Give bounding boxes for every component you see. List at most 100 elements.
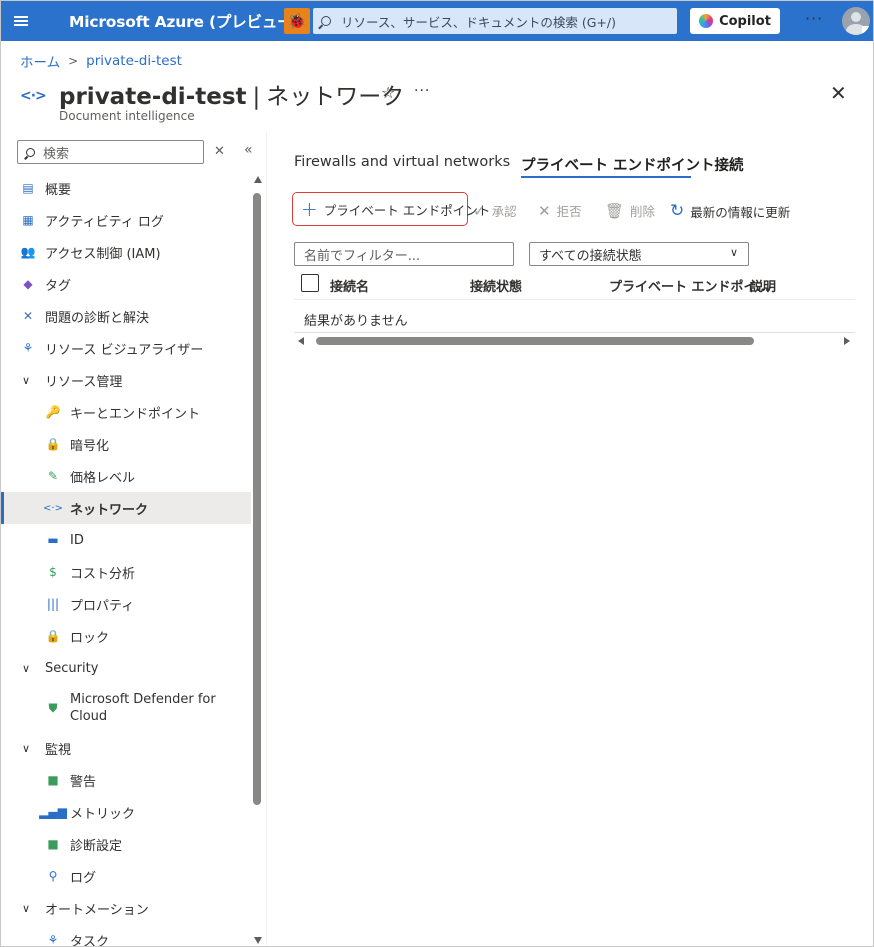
sidebar-item-pricing-tier[interactable]: ✎ 価格レベル [1,460,251,492]
plus-icon: + [301,197,318,221]
overview-icon: ▤ [22,181,34,195]
alert-icon: ■ [47,773,59,787]
sidebar-group-security[interactable]: ∨ Security [1,652,251,684]
more-icon[interactable]: ··· [805,9,823,28]
sidebar-group-automation[interactable]: ∨ オートメーション [1,892,251,924]
sidebar-item-label: メトリック [70,806,136,822]
copilot-icon [699,14,714,28]
sidebar-item-overview[interactable]: ▤ 概要 [1,172,251,204]
scroll-up-icon[interactable] [254,176,262,183]
select-all-checkbox[interactable] [301,274,319,292]
active-tab-indicator [521,176,691,178]
sidebar-item-label: アクティビティ ログ [45,214,164,230]
breadcrumb-home[interactable]: ホーム [20,51,60,71]
sidebar-group-monitoring[interactable]: ∨ 監視 [1,732,251,764]
sidebar-item-label: 問題の診断と解決 [45,310,150,326]
header-more-icon[interactable]: ··· [414,83,430,99]
column-private-endpoint[interactable]: プライベート エンドポイ… [609,276,770,295]
tab-private-endpoint-connections[interactable]: プライベート エンドポイント接続 [521,154,744,175]
sidebar-item-label: Microsoft Defender for Cloud [70,692,216,724]
sidebar-item-logs[interactable]: ⚲ ログ [1,860,251,892]
table-horizontal-scrollbar[interactable] [298,336,850,346]
chevron-down-icon: ∨ [22,901,31,915]
copilot-label: Copilot [719,13,771,29]
sidebar-item-tasks[interactable]: ⚘ タスク [1,924,251,947]
sidebar-item-defender[interactable]: ⛊ Microsoft Defender for Cloud [1,684,251,732]
connection-state-dropdown[interactable]: すべての接続状態 ∨ [529,242,749,266]
sidebar-item-tags[interactable]: ◆ タグ [1,268,251,300]
name-filter-placeholder: 名前でフィルター... [304,248,421,264]
sidebar-search-input[interactable]: 検索 [17,140,204,164]
scroll-left-icon[interactable] [298,337,304,345]
lock-resource-icon: 🔒 [45,629,61,643]
collapse-sidebar-icon[interactable]: « [244,142,253,158]
refresh-button[interactable]: ↻ 最新の情報に更新 [670,201,790,221]
scrollbar-thumb[interactable] [253,193,261,805]
scroll-down-icon[interactable] [254,937,262,944]
sidebar-item-diagnostic-settings[interactable]: ■ 診断設定 [1,828,251,860]
approve-label: 承認 [491,204,517,219]
tab-firewalls[interactable]: Firewalls and virtual networks [294,154,510,170]
reject-icon: ✕ [538,201,551,220]
visualizer-icon: ⚘ [22,341,34,355]
global-search-input[interactable]: リソース、サービス、ドキュメントの検索 (G+/) [313,8,677,34]
sidebar-item-identity[interactable]: ▬ ID [1,524,251,556]
menu-icon[interactable] [1,1,41,41]
sidebar-item-encryption[interactable]: 🔒 暗号化 [1,428,251,460]
sidebar-item-locks[interactable]: 🔒 ロック [1,620,251,652]
column-connection-name[interactable]: 接続名 [330,276,369,295]
sidebar-item-alerts[interactable]: ■ 警告 [1,764,251,796]
diagnostic-settings-icon: ■ [47,837,59,851]
sidebar-item-label: 警告 [70,774,97,790]
breadcrumb-resource[interactable]: private-di-test [86,53,182,69]
clear-icon[interactable]: ✕ [214,144,225,159]
sidebar-item-cost-analysis[interactable]: $ コスト分析 [1,556,251,588]
sidebar-item-networking[interactable]: <·> ネットワーク [1,492,251,524]
sidebar-item-diagnose[interactable]: ✕ 問題の診断と解決 [1,300,251,332]
sidebar-item-label: リソース ビジュアライザー [45,342,204,358]
column-connection-state[interactable]: 接続状態 [470,276,522,295]
lock-badge-icon [862,26,870,34]
avatar[interactable] [842,7,870,35]
trash-icon: 🗑 [605,201,625,220]
sidebar-item-activity-log[interactable]: ▦ アクティビティ ログ [1,204,251,236]
iam-icon: 👥 [20,245,36,259]
activity-log-icon: ▦ [22,213,34,227]
sidebar-group-label: 監視 [45,742,72,758]
scroll-right-icon[interactable] [844,337,850,345]
sidebar-item-label: ネットワーク [70,502,149,518]
tasks-icon: ⚘ [47,933,59,947]
approve-button[interactable]: ✓ 承認 [473,201,517,220]
refresh-icon: ↻ [670,201,685,221]
reject-button[interactable]: ✕ 拒否 [538,201,582,220]
sidebar-divider [266,131,267,946]
add-private-endpoint-label: プライベート エンドポイント [323,202,491,218]
favorite-star-icon[interactable]: ☆ [381,83,395,102]
sidebar-item-iam[interactable]: 👥 アクセス制御 (IAM) [1,236,251,268]
name-filter-input[interactable]: 名前でフィルター... [294,242,514,266]
sidebar-scrollbar[interactable] [253,176,263,944]
defender-icon: ⛊ [48,700,58,715]
identity-icon: ▬ [47,533,59,547]
diagnose-icon: ✕ [22,309,34,323]
sidebar-item-keys-endpoint[interactable]: 🔑 キーとエンドポイント [1,396,251,428]
sidebar-item-visualizer[interactable]: ⚘ リソース ビジュアライザー [1,332,251,364]
sidebar-group-label: Security [45,660,99,676]
cost-icon: $ [49,565,57,579]
copilot-button[interactable]: Copilot [690,8,780,34]
sidebar-item-metrics[interactable]: ▂▄▆ メトリック [1,796,251,828]
search-icon [321,16,331,26]
checkmark-icon: ✓ [473,201,486,220]
scrollbar-thumb[interactable] [316,337,754,345]
preview-feedback-icon[interactable]: 🐞 [284,8,310,34]
sidebar-group-resource-management[interactable]: ∨ リソース管理 [1,364,251,396]
sidebar-item-label: キーとエンドポイント [70,406,201,422]
sidebar-item-label: 診断設定 [70,838,123,854]
brand-title[interactable]: Microsoft Azure (プレビュー) [69,10,300,32]
column-description[interactable]: 説明 [750,276,776,295]
sidebar-item-properties[interactable]: ||| プロパティ [1,588,251,620]
close-icon[interactable]: ✕ [830,81,847,105]
add-private-endpoint-button[interactable]: + プライベート エンドポイント [292,192,490,226]
delete-button[interactable]: 🗑 削除 [605,201,655,220]
reject-label: 拒否 [556,204,582,219]
